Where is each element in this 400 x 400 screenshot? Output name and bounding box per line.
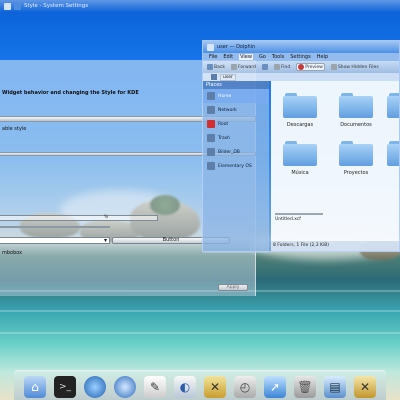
places-item-drive[interactable]: Bilder_DB [203, 145, 269, 159]
places-item-root[interactable]: Root [203, 117, 269, 131]
slider-value: % [104, 215, 109, 220]
folder-icon [387, 141, 399, 167]
search-icon [274, 64, 281, 70]
folder-item-partial[interactable] [387, 93, 399, 133]
grid-icon [262, 64, 269, 70]
folder-item[interactable]: Proyectos [337, 141, 375, 181]
status-bar: 8 Folders, 1 File (2,3 KiB) [271, 241, 399, 251]
folder-icon [339, 93, 373, 119]
home-folder-icon[interactable]: ⌂ [24, 376, 46, 398]
trash-icon [207, 134, 215, 142]
back-button[interactable]: Back [207, 64, 225, 70]
file-thumbnail [275, 213, 323, 215]
toolbar: Back Forward Find Preview Show Hidden Fi… [203, 61, 399, 73]
trash-icon[interactable]: 🗑 [294, 376, 316, 398]
window-menu-icon[interactable] [207, 43, 214, 51]
home-icon [207, 92, 215, 100]
folder-item-partial[interactable] [387, 141, 399, 181]
combobox-label: mbobox [2, 250, 23, 256]
network-icon [207, 106, 215, 114]
menu-go[interactable]: Go [259, 54, 266, 60]
arrow-left-icon [207, 64, 213, 70]
places-item-home[interactable]: Home [203, 89, 269, 103]
combobox[interactable]: ▾ [0, 237, 110, 244]
places-item-network[interactable]: Network [203, 103, 269, 117]
show-hidden-button[interactable]: Show Hidden Files [330, 64, 379, 70]
menu-tools[interactable]: Tools [272, 54, 284, 60]
window-title: Style - System Settings [24, 3, 89, 9]
breadcrumb[interactable]: user [220, 73, 236, 81]
places-header: Places [203, 81, 269, 89]
find-button[interactable]: Find [274, 64, 290, 70]
folder-item[interactable]: Documentos [337, 93, 375, 133]
menu-file[interactable]: File [209, 54, 217, 60]
menu-help[interactable]: Help [317, 54, 328, 60]
home-icon [211, 74, 217, 80]
image-viewer-icon[interactable]: ▤ [324, 376, 346, 398]
menubar: File Edit View Go Tools Settings Help [203, 53, 399, 61]
folder-item[interactable]: Descargas [281, 93, 319, 133]
dolphin-titlebar[interactable]: user — Dolphin [203, 41, 399, 53]
menu-view[interactable]: View [239, 54, 253, 60]
file-item[interactable]: Untitled.xcf [275, 213, 323, 222]
system-tools-icon[interactable]: ✕ [204, 376, 226, 398]
slider-track[interactable] [0, 226, 110, 228]
forward-button[interactable]: Forward [230, 64, 256, 70]
places-item-trash[interactable]: Trash [203, 131, 269, 145]
drive-icon [207, 148, 215, 156]
folder-icon [387, 93, 399, 119]
places-panel: Places Home Network Root Trash Bilder_DB… [203, 81, 269, 253]
apply-button[interactable]: Apply [218, 284, 248, 291]
terminal-icon[interactable]: >_ [54, 376, 76, 398]
preview-button[interactable]: Preview [296, 63, 325, 71]
arrow-right-icon [230, 64, 237, 70]
system-settings-titlebar[interactable]: Style - System Settings [0, 0, 400, 12]
window-menu-icon[interactable] [4, 2, 11, 10]
root-folder-icon [207, 120, 215, 128]
pointer-tool-icon[interactable]: ➚ [264, 376, 286, 398]
folder-item[interactable]: Música [281, 141, 319, 181]
folder-icon [283, 93, 317, 119]
text-editor-icon[interactable]: ✎ [144, 376, 166, 398]
water-ripple [0, 332, 400, 334]
location-bar[interactable]: user [203, 73, 399, 81]
panel-description: Widget behavior and changing the Style f… [2, 90, 139, 96]
folder-icon [339, 141, 373, 167]
dolphin-title: user — Dolphin [217, 44, 256, 50]
dock: ⌂ >_ ✎ ◐ ✕ ◴ ➚ 🗑 ▤ ✕ [14, 370, 386, 400]
app-icon [14, 2, 21, 10]
style-label: able style [2, 126, 27, 132]
chevron-down-icon: ▾ [103, 237, 107, 244]
menu-settings[interactable]: Settings [290, 54, 311, 60]
dolphin-window: user — Dolphin File Edit View Go Tools S… [202, 40, 400, 253]
tools-icon[interactable]: ✕ [354, 376, 376, 398]
preview-icon [298, 64, 305, 70]
web-browser-2-icon[interactable] [114, 376, 136, 398]
menu-edit[interactable]: Edit [223, 54, 233, 60]
places-item-elementary[interactable]: Elementary OS [203, 159, 269, 173]
folder-icon [283, 141, 317, 167]
view-mode-button[interactable] [262, 64, 269, 70]
paint-tool-icon[interactable]: ◐ [174, 376, 196, 398]
calendar-icon[interactable]: ◴ [234, 376, 256, 398]
water-ripple [0, 310, 400, 312]
progress-slider[interactable]: % [0, 215, 158, 221]
drive-icon [207, 162, 215, 170]
web-browser-icon[interactable] [84, 376, 106, 398]
hidden-files-icon [330, 64, 337, 70]
